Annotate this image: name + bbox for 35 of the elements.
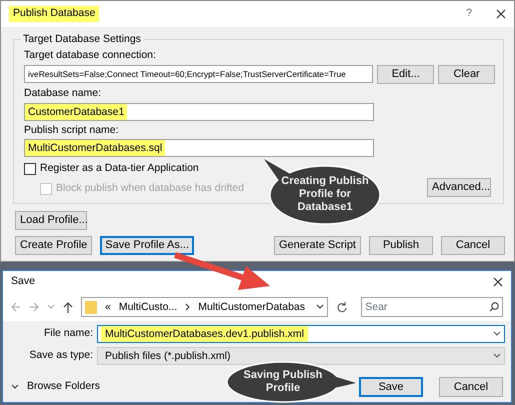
file-name-field[interactable]: MultiCustomerDatabases.dev1.publish.xml (97, 325, 505, 343)
dialog-button[interactable]: Save (359, 377, 423, 397)
field-label: File name: (42, 326, 93, 342)
dialog-button[interactable]: Cancel (441, 236, 505, 255)
window-title: Publish Database (9, 6, 100, 22)
advanced-button[interactable]: Advanced... (427, 178, 491, 197)
browse-folders-toggle[interactable]: Browse Folders (11, 379, 100, 395)
breadcrumb-item[interactable]: MultiCusto... (118, 299, 178, 315)
breadcrumb-overflow[interactable]: « (105, 299, 111, 315)
dialog-button[interactable]: Edit... (377, 64, 434, 84)
breadcrumb-item[interactable]: MultiCustomerDatabas (198, 299, 305, 315)
dialog-button[interactable]: Clear (438, 64, 495, 84)
load-profile-button[interactable]: Load Profile... (15, 210, 87, 230)
dialog-button[interactable]: Save Profile As... (100, 236, 194, 255)
file-type-dropdown[interactable]: Publish files (*.publish.xml) (97, 347, 505, 365)
dialog-button[interactable]: Create Profile (15, 236, 92, 255)
field-label: Database name: (24, 86, 102, 101)
field-label: Target database connection: (24, 48, 157, 63)
help-button[interactable]: ? (466, 6, 472, 22)
connection-field[interactable]: iveResultSets=False;Connect Timeout=60;Encrypt=False;TrustServerCertificate=True (24, 65, 374, 84)
search-placeholder: Sear (365, 300, 388, 315)
text-field[interactable]: MultiCustomerDatabases.sql (24, 139, 374, 158)
field-label: Save as type: (28, 348, 93, 364)
window-title: Save (11, 274, 35, 290)
dialog-button[interactable]: Cancel (439, 377, 503, 397)
callout-text: Creating Publish Profile for Database1 (281, 175, 369, 214)
dialog-button[interactable]: Generate Script (274, 236, 361, 255)
checkbox-label: Register as a Data-tier Application (40, 161, 199, 176)
field-label: Publish script name: (24, 122, 120, 138)
address-bar[interactable]: « MultiCusto... MultiCustomerDatabas (81, 297, 328, 317)
text-field[interactable]: CustomerDatabase1 (24, 102, 374, 120)
dialog-button[interactable]: Publish (369, 236, 433, 255)
checkbox-label: Block publish when database has drifted (56, 181, 244, 196)
search-field[interactable]: Sear (361, 297, 503, 317)
callout-text: Saving Publish Profile (242, 369, 324, 395)
